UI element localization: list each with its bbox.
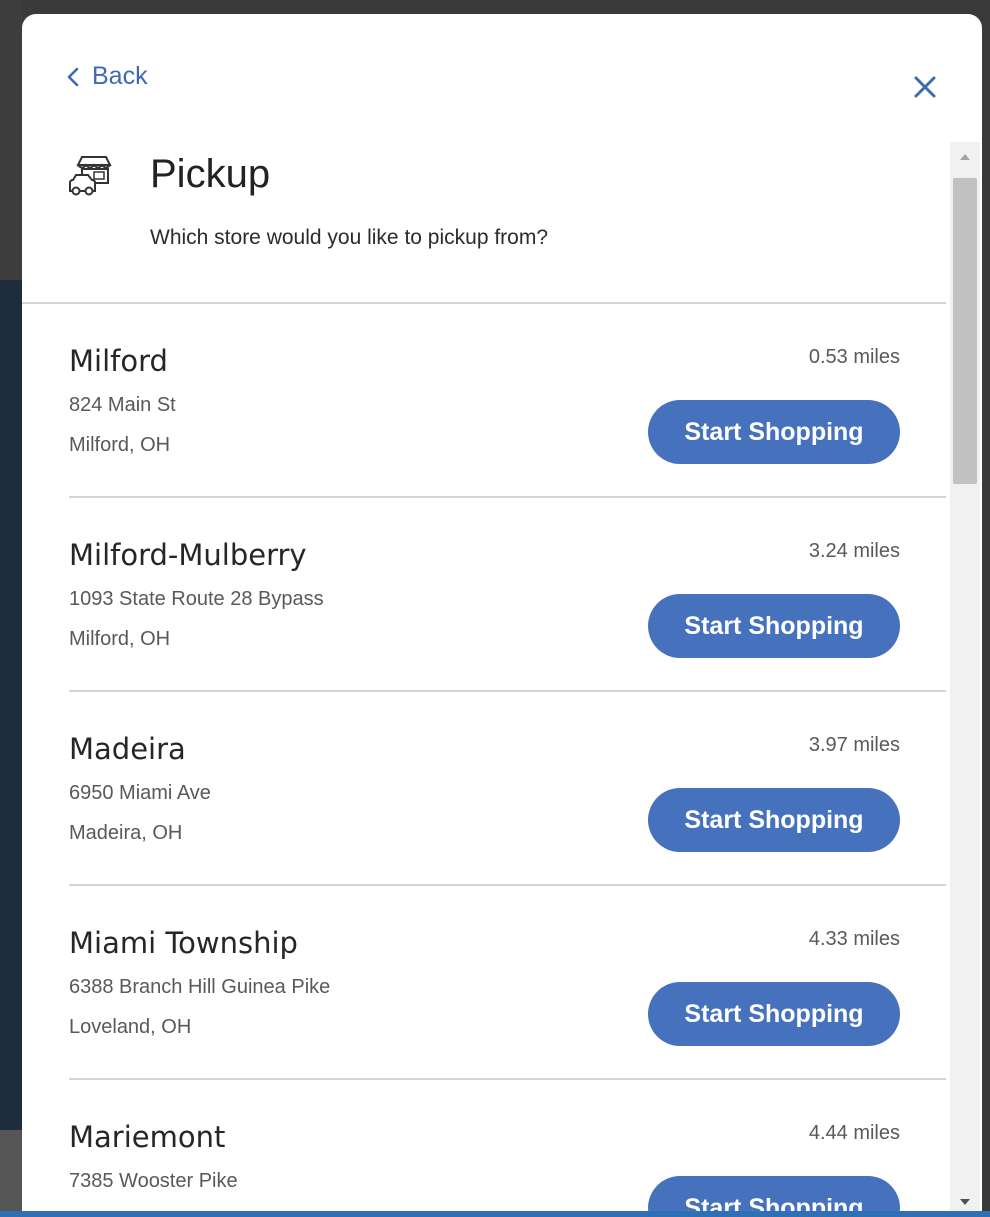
page-title: Pickup <box>150 152 271 196</box>
page-header: Pickup <box>68 152 270 197</box>
store-address-line1: 6388 Branch Hill Guinea Pike <box>69 976 331 998</box>
scrollbar-thumb[interactable] <box>953 178 977 484</box>
store-name: Milford-Mulberry <box>69 538 307 572</box>
store-address-line2: Milford, OH <box>69 434 171 456</box>
store-address-line1: 1093 State Route 28 Bypass <box>69 588 324 610</box>
store-distance: 3.24 miles <box>808 540 900 562</box>
store-distance: 4.44 miles <box>808 1122 900 1144</box>
store-list-item: Mariemont 7385 Wooster Pike 4.44 miles S… <box>69 1080 946 1217</box>
store-name: Miami Township <box>69 926 298 960</box>
start-shopping-button[interactable]: Start Shopping <box>648 788 900 852</box>
store-list-item: Madeira 6950 Miami Ave Madeira, OH 3.97 … <box>69 692 946 886</box>
store-distance: 4.33 miles <box>808 928 900 950</box>
scrollbar[interactable] <box>950 142 980 1217</box>
chevron-left-icon <box>67 67 79 86</box>
triangle-down-icon <box>960 1199 970 1205</box>
page-backdrop <box>0 0 22 1217</box>
store-distance: 3.97 miles <box>808 734 900 756</box>
store-list-item: Milford 824 Main St Milford, OH 0.53 mil… <box>69 304 946 498</box>
store-list-item: Miami Township 6388 Branch Hill Guinea P… <box>69 886 946 1080</box>
store-address-line1: 6950 Miami Ave <box>69 782 211 804</box>
scroll-up-arrow-icon[interactable] <box>950 142 980 172</box>
start-shopping-button[interactable]: Start Shopping <box>648 400 900 464</box>
start-shopping-button[interactable]: Start Shopping <box>648 982 900 1046</box>
back-button[interactable]: Back <box>66 62 148 91</box>
close-icon[interactable] <box>910 72 940 102</box>
store-address-line1: 824 Main St <box>69 394 176 416</box>
store-address-line2: Milford, OH <box>69 628 171 650</box>
bottom-strip <box>0 1211 990 1217</box>
store-list-item: Milford-Mulberry 1093 State Route 28 Byp… <box>69 498 946 692</box>
pickup-modal: Back Pickup Which store would you like t… <box>22 14 982 1217</box>
store-icon <box>69 155 112 195</box>
start-shopping-button[interactable]: Start Shopping <box>648 594 900 658</box>
store-list: Milford 824 Main St Milford, OH 0.53 mil… <box>22 304 946 1217</box>
store-name: Madeira <box>69 732 186 766</box>
store-address-line2: Loveland, OH <box>69 1016 192 1038</box>
back-label: Back <box>92 62 148 90</box>
store-name: Milford <box>69 344 168 378</box>
store-name: Mariemont <box>69 1120 226 1154</box>
triangle-up-icon <box>960 154 970 160</box>
store-address-line2: Madeira, OH <box>69 822 183 844</box>
store-distance: 0.53 miles <box>808 346 900 368</box>
page-subtitle: Which store would you like to pickup fro… <box>150 226 549 249</box>
store-address-line1: 7385 Wooster Pike <box>69 1170 238 1192</box>
